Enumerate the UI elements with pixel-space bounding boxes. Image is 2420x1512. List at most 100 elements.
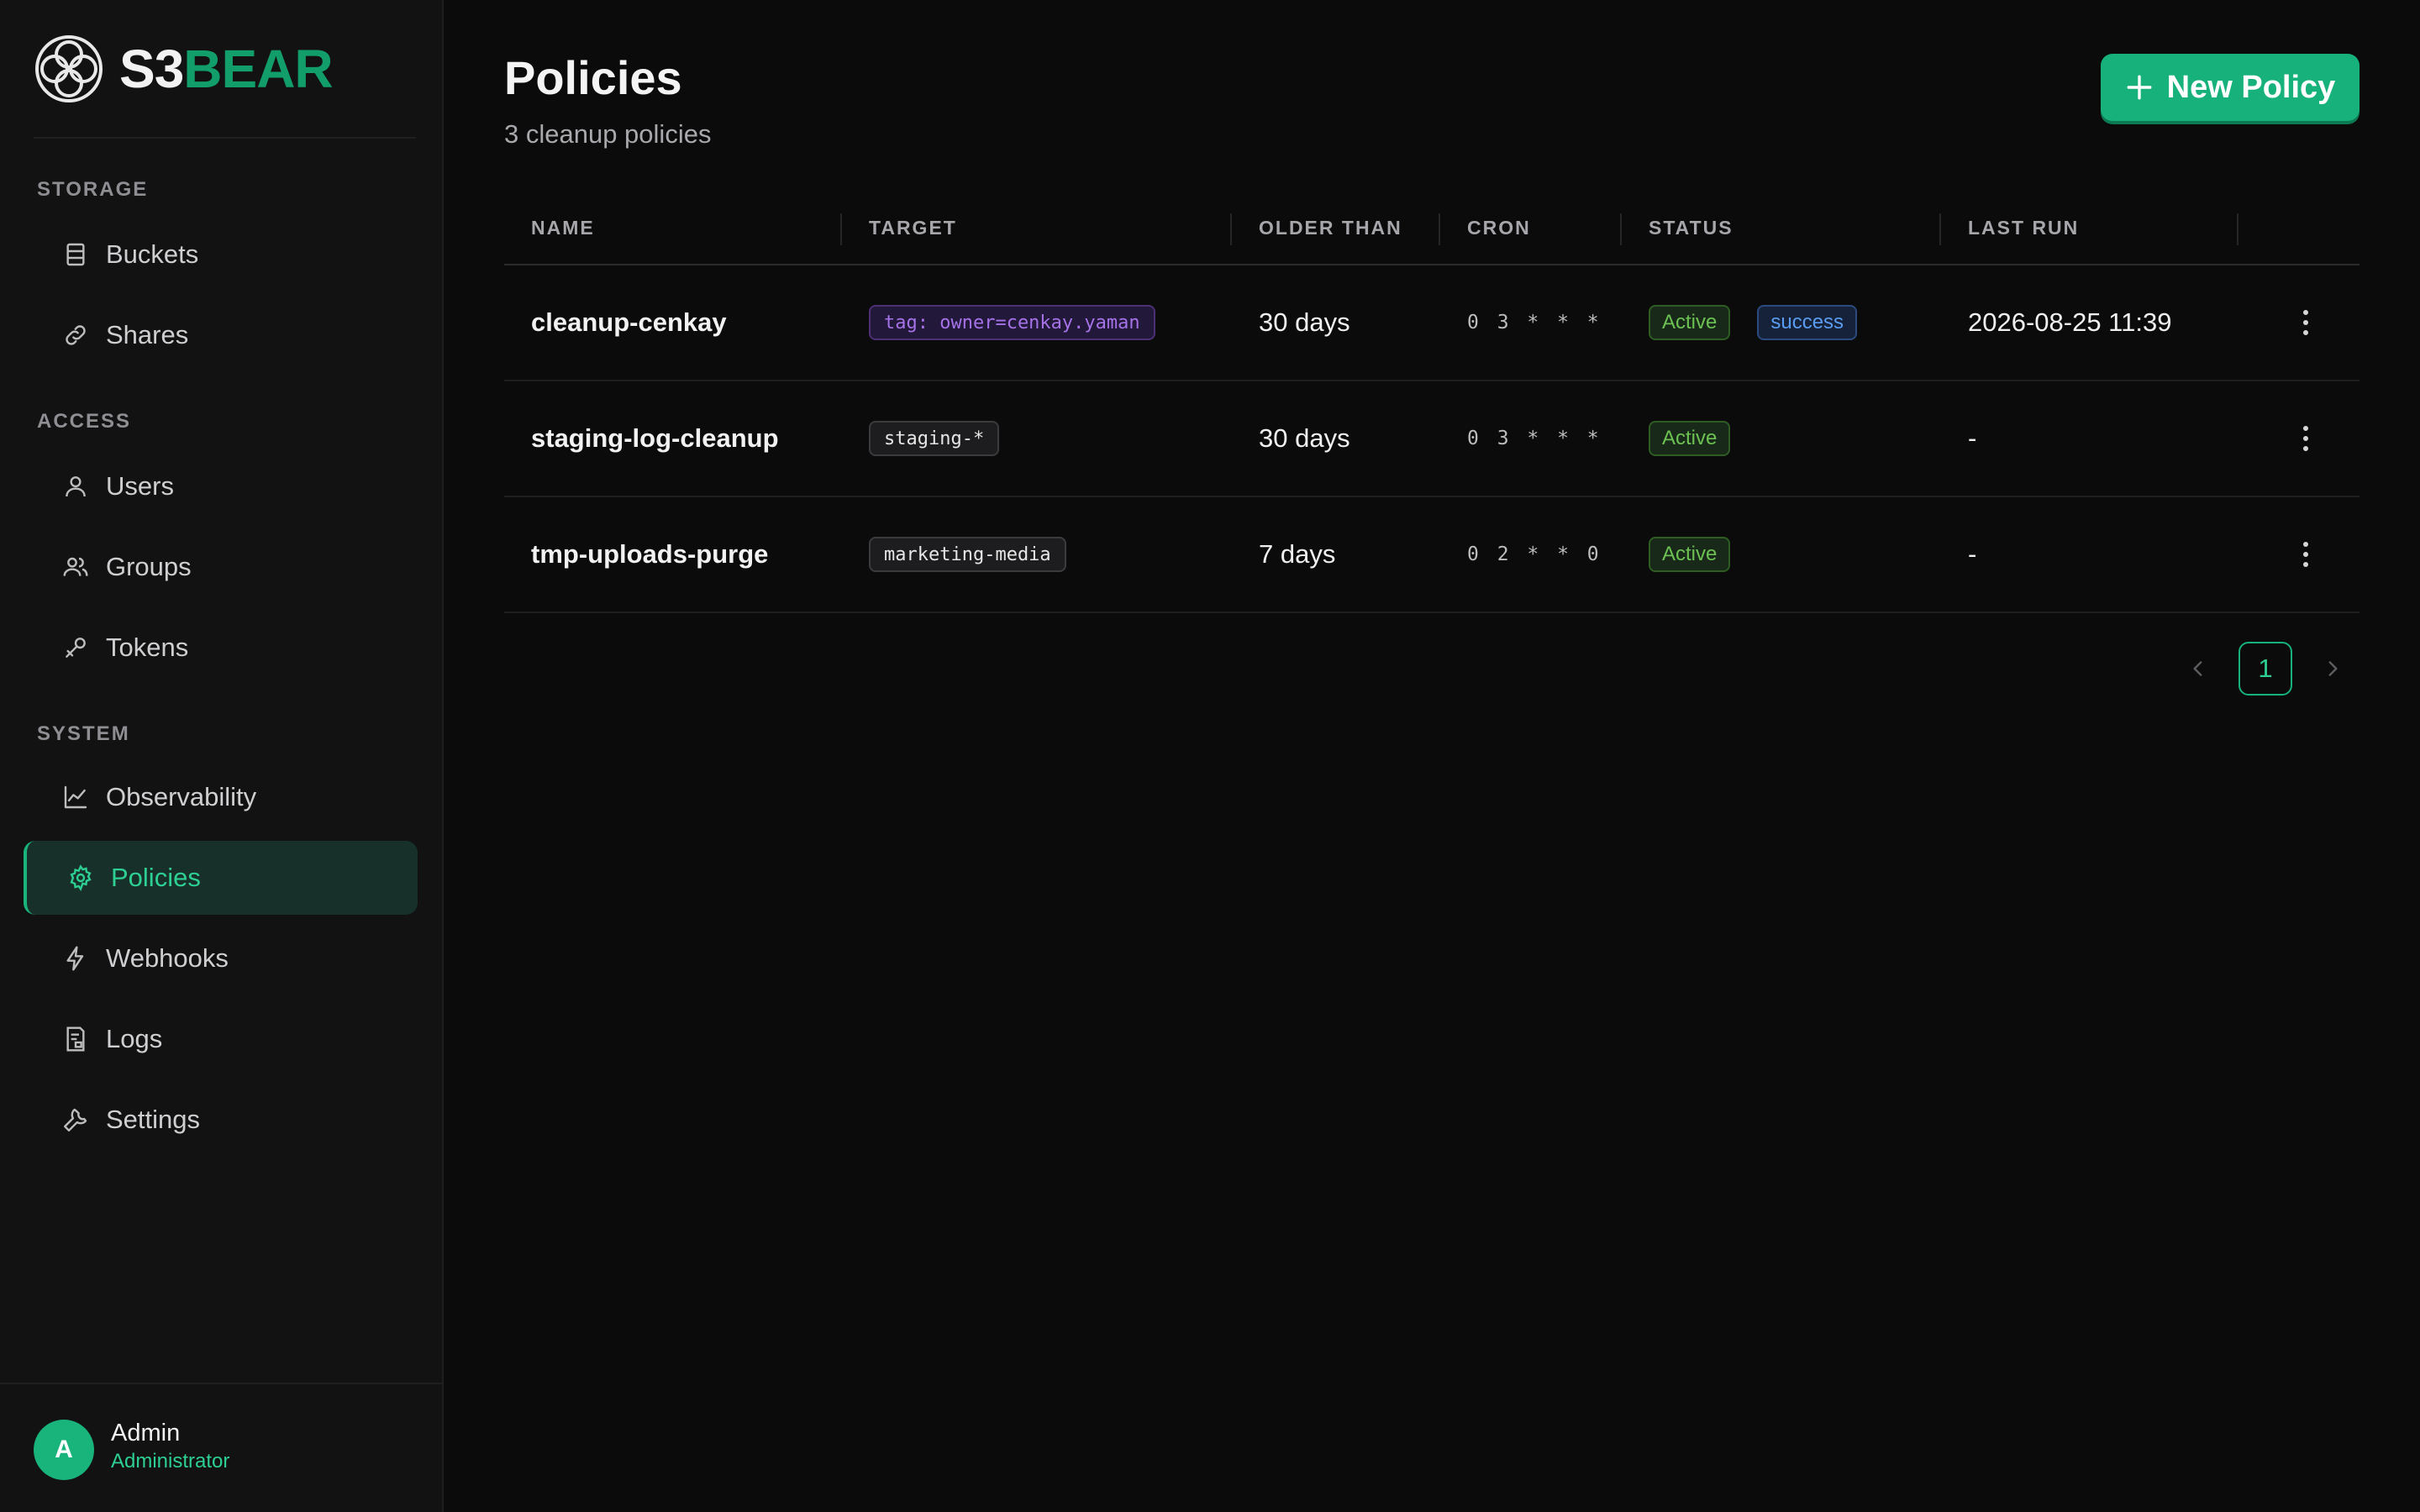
- table-row[interactable]: staging-log-cleanup staging-* 30 days 0 …: [504, 381, 2360, 497]
- user-role: Administrator: [111, 1450, 230, 1473]
- wrench-icon: [64, 1108, 87, 1131]
- user-name: Admin: [111, 1420, 181, 1446]
- column-header-target[interactable]: TARGET: [869, 217, 957, 239]
- page-title: Policies: [504, 51, 682, 104]
- older-than-value: 30 days: [1259, 423, 1350, 453]
- sidebar-item-label: Groups: [106, 552, 192, 581]
- chevron-left-icon: [2193, 661, 2202, 676]
- last-run-value: -: [1968, 539, 1977, 569]
- sidebar-item-label: Buckets: [106, 239, 199, 269]
- kebab-menu-icon: [2303, 310, 2308, 335]
- target-tag: staging-*: [869, 421, 1000, 456]
- sidebar: S3BEAR STORAGE Buckets Shares ACCESS Use…: [0, 0, 444, 1512]
- sidebar-item-label: Observability: [106, 782, 257, 811]
- sidebar-item-label: Policies: [111, 863, 201, 892]
- last-run-value: -: [1968, 423, 1977, 453]
- sidebar-item-users[interactable]: Users: [24, 449, 418, 523]
- status-cell: Active success: [1649, 265, 1858, 380]
- users-icon: [63, 557, 88, 576]
- target-tag: tag: owner=cenkay.yaman: [869, 305, 1155, 340]
- cron-value: 0 3 * * *: [1467, 428, 1602, 449]
- chart-line-icon: [64, 785, 87, 809]
- bolt-icon: [66, 946, 84, 971]
- avatar: A: [34, 1420, 94, 1480]
- sidebar-item-buckets[interactable]: Buckets: [24, 218, 418, 291]
- row-menu-button[interactable]: [2286, 381, 2326, 496]
- user-footer[interactable]: A Admin Administrator: [0, 1383, 442, 1512]
- cron-value: 0 2 * * 0: [1467, 543, 1602, 565]
- sidebar-item-label: Users: [106, 471, 174, 501]
- policy-name: tmp-uploads-purge: [531, 539, 769, 569]
- target-cell: staging-*: [869, 381, 1000, 496]
- target-cell: marketing-media: [869, 497, 1066, 612]
- sidebar-item-label: Settings: [106, 1105, 201, 1134]
- sidebar-item-label: Tokens: [106, 633, 189, 662]
- celtic-knot-icon: [35, 35, 103, 102]
- row-menu-button[interactable]: [2286, 497, 2326, 612]
- page-number-button[interactable]: 1: [2238, 642, 2292, 696]
- status-cell: Active: [1649, 497, 1731, 612]
- column-divider: [2237, 213, 2238, 245]
- column-divider: [1620, 213, 1622, 245]
- divider: [34, 137, 416, 139]
- brand-name: S3BEAR: [119, 38, 334, 100]
- sidebar-item-observability[interactable]: Observability: [24, 760, 418, 834]
- kebab-menu-icon: [2303, 426, 2308, 451]
- last-run-value: 2026-08-25 11:39: [1968, 307, 2172, 337]
- column-header-older-than[interactable]: OLDER THAN: [1259, 217, 1402, 239]
- sidebar-item-shares[interactable]: Shares: [24, 298, 418, 372]
- sidebar-item-logs[interactable]: Logs: [24, 1002, 418, 1076]
- sidebar-item-label: Webhooks: [106, 943, 229, 973]
- older-than-value: 7 days: [1259, 539, 1336, 569]
- sidebar-item-label: Shares: [106, 320, 189, 349]
- row-menu-button[interactable]: [2286, 265, 2326, 380]
- target-tag: marketing-media: [869, 537, 1066, 572]
- sidebar-item-tokens[interactable]: Tokens: [24, 611, 418, 685]
- policies-table: NAME TARGET OLDER THAN CRON STATUS LAST …: [504, 195, 2360, 613]
- chevron-right-icon: [2328, 661, 2338, 676]
- sidebar-item-webhooks[interactable]: Webhooks: [24, 921, 418, 995]
- column-header-last-run[interactable]: LAST RUN: [1968, 217, 2079, 239]
- last-result-badge: success: [1757, 305, 1858, 340]
- sidebar-item-policies[interactable]: Policies: [24, 841, 418, 915]
- older-than-value: 30 days: [1259, 307, 1350, 337]
- table-row[interactable]: cleanup-cenkay tag: owner=cenkay.yaman 3…: [504, 265, 2360, 381]
- page-subtitle: 3 cleanup policies: [504, 119, 712, 149]
- table-header: NAME TARGET OLDER THAN CRON STATUS LAST …: [504, 195, 2360, 265]
- target-cell: tag: owner=cenkay.yaman: [869, 265, 1155, 380]
- gear-icon: [70, 864, 92, 891]
- cron-value: 0 3 * * *: [1467, 312, 1602, 333]
- new-policy-button[interactable]: New Policy: [2101, 54, 2360, 121]
- app-root: S3BEAR STORAGE Buckets Shares ACCESS Use…: [0, 0, 2420, 1512]
- next-page-button[interactable]: [2312, 642, 2353, 696]
- policy-name: cleanup-cenkay: [531, 307, 727, 337]
- plus-icon: [2127, 75, 2152, 100]
- user-icon: [66, 476, 86, 497]
- sidebar-item-settings[interactable]: Settings: [24, 1083, 418, 1157]
- new-policy-label: New Policy: [2166, 69, 2336, 105]
- column-divider: [1939, 213, 1941, 245]
- column-divider: [1439, 213, 1440, 245]
- nav-section-access: ACCESS: [37, 410, 132, 433]
- brand-suffix: BEAR: [183, 39, 333, 99]
- brand-prefix: S3: [119, 39, 184, 99]
- status-badge: Active: [1649, 305, 1731, 340]
- column-header-cron[interactable]: CRON: [1467, 217, 1531, 239]
- brand-logo[interactable]: S3BEAR: [34, 32, 334, 106]
- table-row[interactable]: tmp-uploads-purge marketing-media 7 days…: [504, 497, 2360, 613]
- link-icon: [66, 325, 86, 345]
- database-icon: [66, 243, 85, 266]
- status-badge: Active: [1649, 537, 1731, 572]
- kebab-menu-icon: [2303, 542, 2308, 567]
- prev-page-button[interactable]: [2178, 642, 2218, 696]
- key-icon: [66, 638, 86, 658]
- column-header-name[interactable]: NAME: [531, 217, 595, 239]
- column-header-status[interactable]: STATUS: [1649, 217, 1733, 239]
- policy-name: staging-log-cleanup: [531, 423, 779, 453]
- nav-section-storage: STORAGE: [37, 178, 149, 201]
- sidebar-item-groups[interactable]: Groups: [24, 530, 418, 604]
- nav-section-system: SYSTEM: [37, 722, 130, 745]
- column-divider: [1230, 213, 1232, 245]
- status-badge: Active: [1649, 421, 1731, 456]
- sidebar-item-label: Logs: [106, 1024, 163, 1053]
